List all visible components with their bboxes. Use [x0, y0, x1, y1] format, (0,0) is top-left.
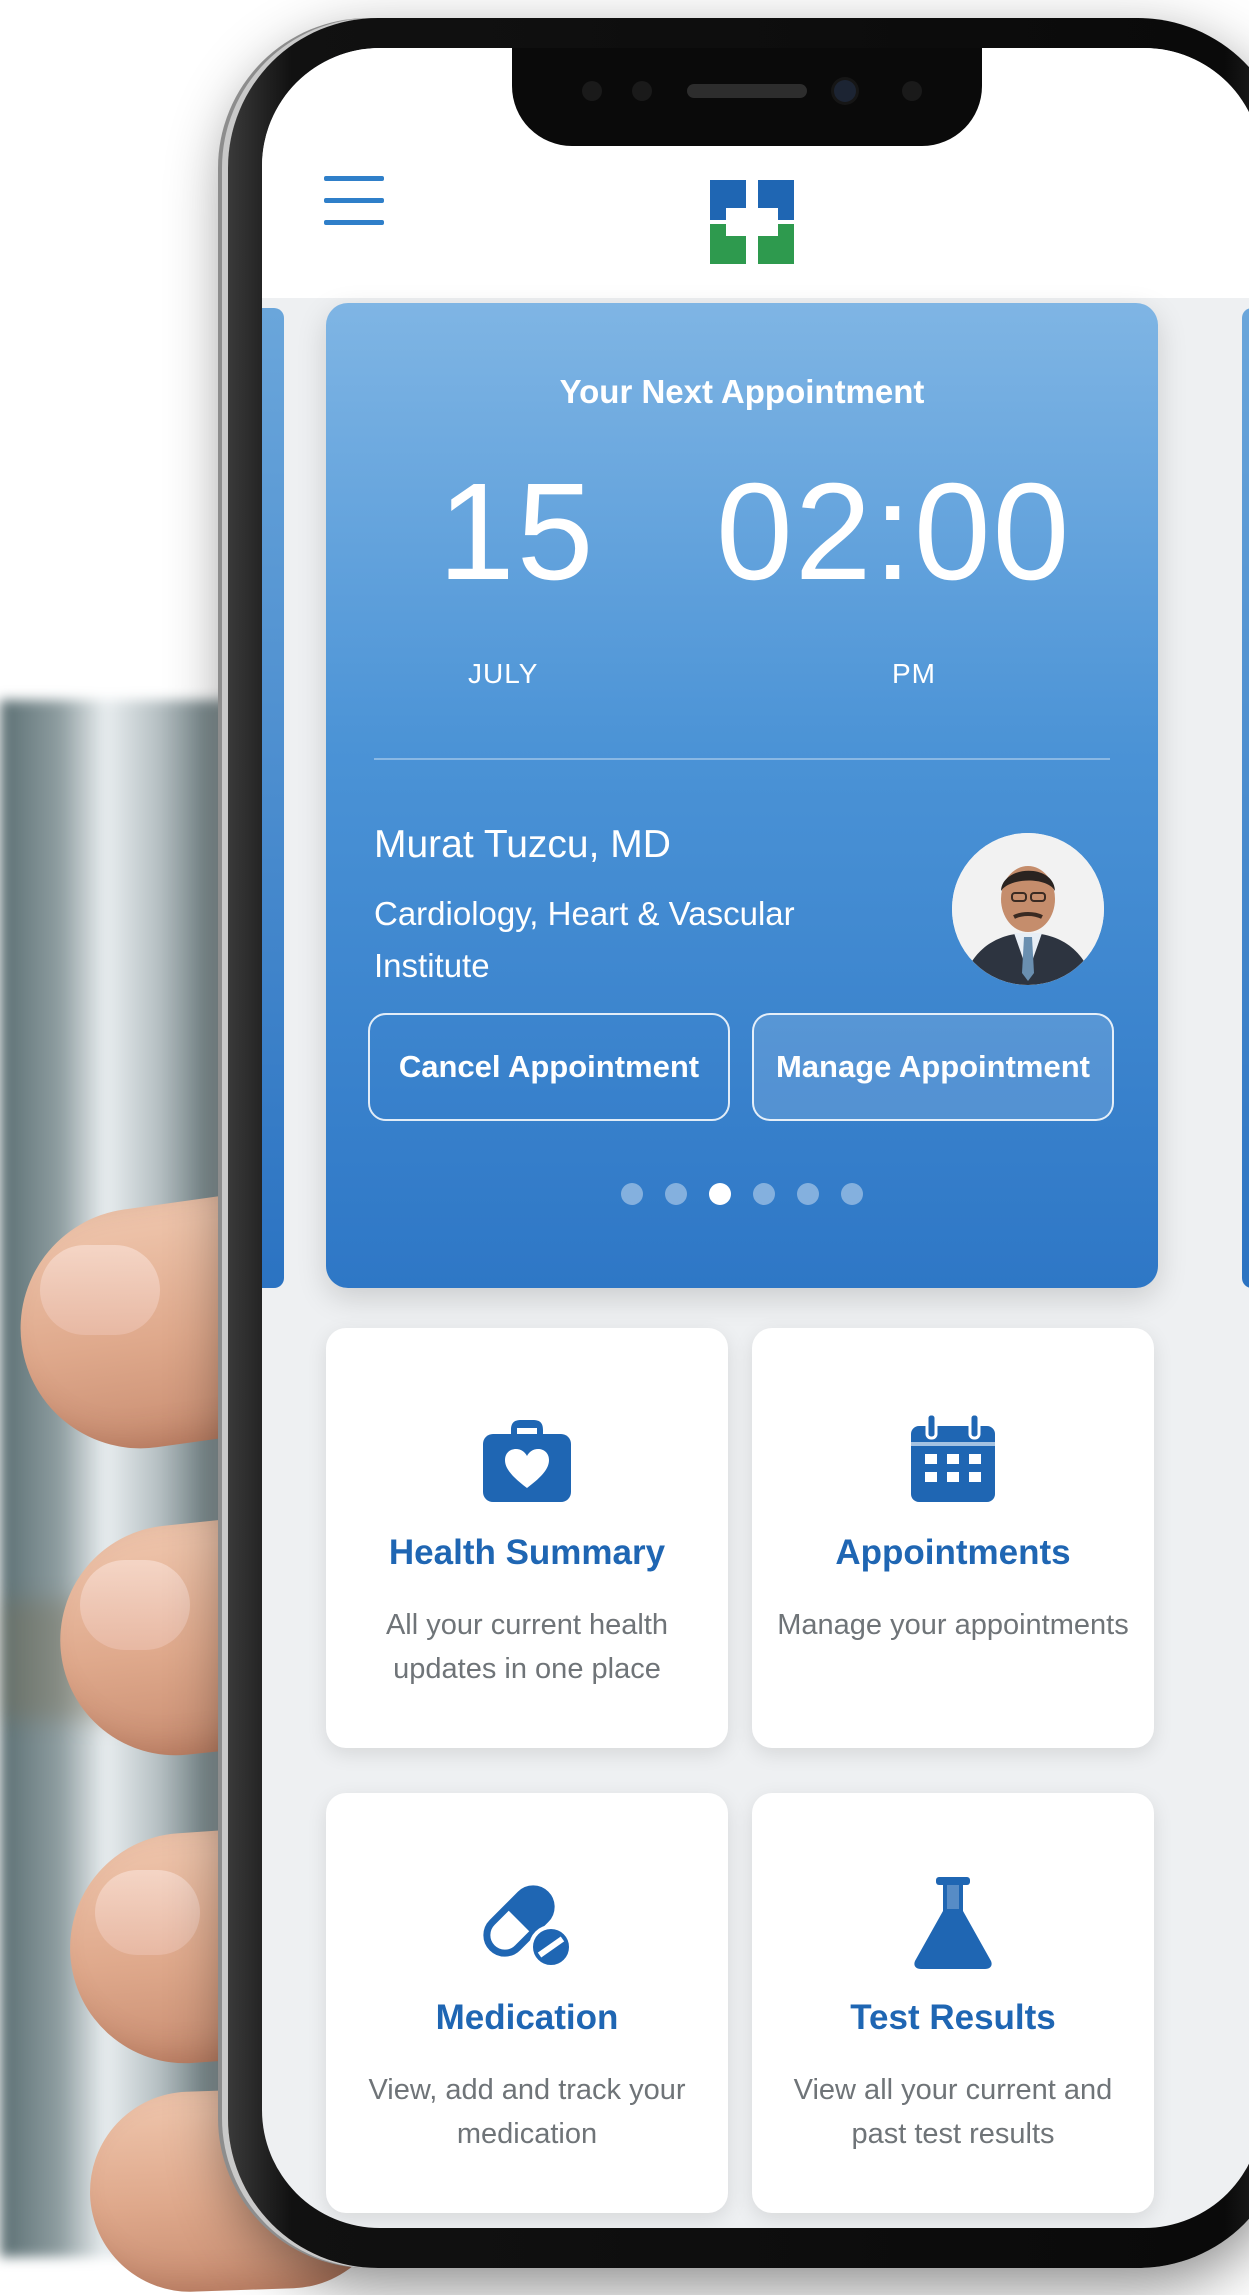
tile-medication[interactable]: Medication View, add and track your medi…	[326, 1793, 728, 2213]
appointment-month: JULY	[468, 658, 539, 689]
tile-test-results[interactable]: Test Results View all your current and p…	[752, 1793, 1154, 2213]
tile-description: All your current health updates in one p…	[385, 1609, 669, 1685]
carousel-pagination[interactable]	[326, 1183, 1158, 1205]
fingernail	[80, 1560, 190, 1650]
appointment-time: 02:00	[716, 455, 1072, 609]
carousel-dot[interactable]	[665, 1183, 687, 1205]
doctor-department: Cardiology, Heart & Vascular Institute	[374, 895, 795, 984]
carousel-dot[interactable]	[841, 1183, 863, 1205]
cross-logo-icon	[710, 180, 794, 264]
doctor-name: Murat Tuzcu, MD	[374, 823, 671, 866]
fingernail	[40, 1245, 160, 1335]
hamburger-menu-icon[interactable]	[324, 176, 384, 228]
tile-description: View all your current and past test resu…	[793, 2074, 1113, 2150]
tile-title: Appointments	[835, 1533, 1071, 1572]
cancel-appointment-button[interactable]: Cancel Appointment	[368, 1013, 730, 1121]
tile-appointments[interactable]: Appointments Manage your appointments	[752, 1328, 1154, 1748]
calendar-icon	[911, 1412, 995, 1502]
medical-bag-heart-icon	[483, 1420, 571, 1502]
carousel-prev-card[interactable]	[262, 308, 284, 1288]
tile-title: Medication	[435, 1998, 619, 2037]
next-appointment-card: Your Next Appointment 15 02:00 JULY PM M…	[326, 303, 1158, 1288]
tile-health-summary[interactable]: Health Summary All your current health u…	[326, 1328, 728, 1748]
phone-screen: Your Next Appointment 15 02:00 JULY PM M…	[262, 48, 1249, 2228]
carousel-next-card[interactable]	[1242, 308, 1249, 1288]
tile-description: Manage your appointments	[777, 1609, 1129, 1641]
carousel-dot[interactable]	[753, 1183, 775, 1205]
lab-flask-icon	[914, 1877, 992, 1969]
appointment-heading: Your Next Appointment	[559, 373, 925, 410]
card-divider	[374, 758, 1110, 760]
doctor-avatar	[952, 833, 1104, 985]
tile-description: View, add and track your medication	[368, 2074, 686, 2150]
tile-title: Test Results	[850, 1998, 1056, 2037]
appointment-meridiem: PM	[892, 658, 936, 689]
pill-capsule-icon	[483, 1885, 573, 1969]
fingernail	[95, 1870, 200, 1955]
carousel-dot[interactable]	[709, 1183, 731, 1205]
phone-notch	[512, 48, 982, 146]
manage-appointment-button[interactable]: Manage Appointment	[752, 1013, 1114, 1121]
carousel-dot[interactable]	[621, 1183, 643, 1205]
carousel-dot[interactable]	[797, 1183, 819, 1205]
tile-title: Health Summary	[388, 1533, 666, 1572]
appointment-day: 15	[438, 455, 596, 609]
